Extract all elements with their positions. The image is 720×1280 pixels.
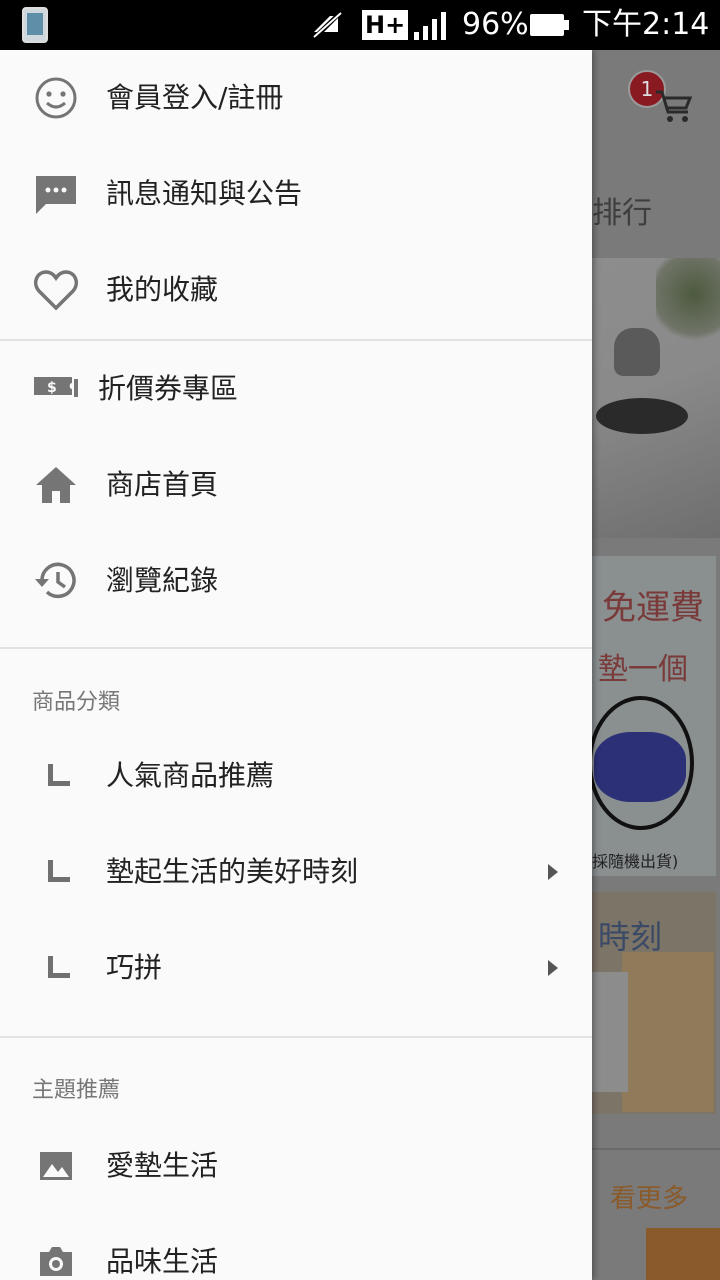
subitem-indent-icon	[48, 956, 70, 978]
plant-decoration	[656, 258, 720, 348]
camera-icon	[40, 1247, 72, 1276]
menu-item-coupons[interactable]: $ 折價券專區	[0, 341, 592, 437]
promo-image: 免運費 墊一個 採隨機出貨)	[592, 556, 716, 876]
home-icon	[36, 467, 76, 503]
clock: 下午2:14	[582, 7, 710, 42]
menu-item-label: 會員登入/註冊	[106, 81, 284, 114]
coupon-icon: $	[34, 377, 78, 397]
menu-item-label: 愛墊生活	[106, 1149, 219, 1182]
expand-arrow-icon[interactable]	[546, 958, 560, 978]
card-decoration	[592, 972, 628, 1092]
data-activity-icon	[397, 14, 407, 36]
background-app-scrim[interactable]: 1 排行 免運費 墊一個 採隨機出貨) 時刻 看更多	[592, 50, 720, 1280]
menu-item-messages[interactable]: 訊息通知與公告	[0, 146, 592, 242]
ranking-tab: 排行	[592, 196, 652, 231]
status-bar: H+ 96% 下午2:14	[0, 0, 720, 50]
menu-item-favorites[interactable]: 我的收藏	[0, 242, 592, 338]
signal-icon	[414, 12, 446, 40]
subitem-indent-icon	[48, 860, 70, 882]
subitem-indent-icon	[48, 764, 70, 786]
menu-item-label: 折價券專區	[98, 372, 239, 405]
see-more-link: 看更多	[610, 1184, 689, 1214]
action-button	[646, 1228, 720, 1280]
svg-text:$: $	[47, 380, 57, 396]
cork-board	[622, 952, 714, 1112]
battery-icon	[530, 14, 569, 36]
menu-item-home[interactable]: 商店首頁	[0, 437, 592, 533]
menu-item-label: 巧拼	[106, 951, 163, 984]
expand-arrow-icon[interactable]	[546, 862, 560, 882]
navigation-drawer: 會員登入/註冊 訊息通知與公告 我的收藏 $ 折價券專區 商店首頁 瀏覽紀錄 商…	[0, 50, 592, 1280]
kettle-decoration	[614, 328, 660, 376]
menu-item-label: 墊起生活的美好時刻	[106, 855, 359, 888]
menu-item-login[interactable]: 會員登入/註冊	[0, 50, 592, 146]
divider	[592, 1148, 720, 1150]
divider	[0, 1036, 592, 1038]
menu-item-label: 品味生活	[106, 1245, 219, 1278]
image-icon	[40, 1152, 72, 1180]
menu-item-category-popular[interactable]: 人氣商品推薦	[0, 728, 592, 824]
product-image	[592, 258, 720, 538]
phone-notification-icon	[22, 7, 48, 43]
battery-percent: 96%	[462, 7, 529, 42]
menu-item-theme-love-mat[interactable]: 愛墊生活	[0, 1118, 592, 1214]
banner-image: 時刻	[592, 892, 716, 1114]
promo-note: 採隨機出貨)	[592, 852, 679, 871]
section-header-categories: 商品分類	[32, 690, 121, 715]
menu-item-theme-taste-life[interactable]: 品味生活	[0, 1214, 592, 1280]
chat-bubble-icon	[36, 176, 76, 214]
heart-icon	[34, 270, 78, 311]
smiley-icon	[35, 77, 77, 119]
section-header-themes: 主題推薦	[32, 1078, 121, 1103]
menu-item-label: 訊息通知與公告	[106, 177, 303, 210]
history-icon	[35, 562, 76, 599]
cart-icon	[656, 90, 693, 122]
menu-item-label: 我的收藏	[106, 273, 219, 306]
promo-text: 墊一個	[598, 652, 688, 687]
mat-shape	[594, 732, 686, 802]
menu-item-label: 商店首頁	[106, 468, 219, 501]
divider	[0, 647, 592, 649]
mute-icon	[311, 10, 342, 40]
menu-item-category-puzzle[interactable]: 巧拼	[0, 920, 592, 1016]
menu-item-category-mat-life[interactable]: 墊起生活的美好時刻	[0, 824, 592, 920]
menu-item-history[interactable]: 瀏覽紀錄	[0, 533, 592, 629]
promo-text: 免運費	[602, 588, 704, 628]
menu-item-label: 人氣商品推薦	[106, 759, 275, 792]
pan-decoration	[596, 398, 688, 434]
menu-item-label: 瀏覽紀錄	[106, 564, 219, 597]
